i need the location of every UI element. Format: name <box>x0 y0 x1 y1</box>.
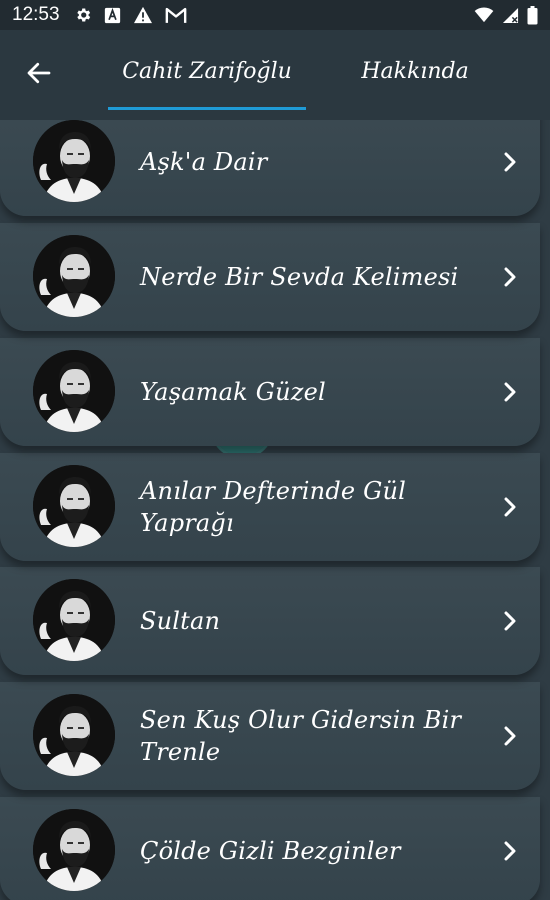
arrow-left-icon <box>24 58 54 92</box>
poet-avatar <box>33 579 115 661</box>
poem-title: Sultan <box>140 607 221 635</box>
chevron-right-icon <box>498 380 522 404</box>
poem-list-item[interactable]: Yaşamak Güzel <box>0 338 540 446</box>
battery-icon <box>527 5 538 25</box>
wifi-icon <box>474 7 494 23</box>
status-right-icons <box>474 5 538 25</box>
poem-list-item[interactable]: Aşk'a Dair <box>0 120 540 216</box>
app-a-icon <box>104 7 121 24</box>
signal-icon <box>502 7 519 24</box>
poem-title: Çölde Gizli Bezginler <box>140 837 401 865</box>
app-bar: Cahit Zarifoğlu Hakkında <box>0 30 550 120</box>
chevron-right-icon <box>498 609 522 633</box>
poet-avatar <box>33 350 115 432</box>
tab-hakkinda[interactable]: Hakkında <box>330 30 500 112</box>
poet-avatar <box>33 694 115 776</box>
tab-indicator <box>108 107 306 110</box>
status-bar: 12:53 <box>0 0 550 30</box>
poet-avatar <box>33 235 115 317</box>
chevron-right-icon <box>498 265 522 289</box>
poem-title: Aşk'a Dair <box>140 148 268 176</box>
poem-list-item[interactable]: Anılar Defterinde Gül Yaprağı <box>0 453 540 561</box>
chevron-right-icon <box>498 839 522 863</box>
poet-avatar <box>33 465 115 547</box>
poem-title: Yaşamak Güzel <box>140 378 326 406</box>
poem-title: Sen Kuş Olur Gidersin Bir Trenle <box>140 706 462 766</box>
poet-avatar <box>33 120 115 202</box>
poem-list-item[interactable]: Sen Kuş Olur Gidersin Bir Trenle <box>0 682 540 790</box>
tab-cahit-zarifoglu[interactable]: Cahit Zarifoğlu <box>108 30 306 112</box>
chevron-right-icon <box>498 495 522 519</box>
status-left-icons <box>74 6 187 24</box>
chevron-right-icon <box>498 150 522 174</box>
status-time: 12:53 <box>12 4 60 25</box>
gear-icon <box>74 6 92 24</box>
warning-icon <box>133 6 153 24</box>
poem-title: Anılar Defterinde Gül Yaprağı <box>140 477 407 537</box>
gmail-icon <box>165 7 187 24</box>
poem-list[interactable]: Aşk'a Dair Nerde Bir Sevda Kelimesi Yaşa… <box>0 120 550 900</box>
poem-list-item[interactable]: Çölde Gizli Bezginler <box>0 797 540 900</box>
poem-list-item[interactable]: Sultan <box>0 567 540 675</box>
back-button[interactable] <box>22 58 56 92</box>
poet-avatar <box>33 809 115 891</box>
poem-title: Nerde Bir Sevda Kelimesi <box>140 263 459 291</box>
chevron-right-icon <box>498 724 522 748</box>
poem-list-item[interactable]: Nerde Bir Sevda Kelimesi <box>0 223 540 331</box>
